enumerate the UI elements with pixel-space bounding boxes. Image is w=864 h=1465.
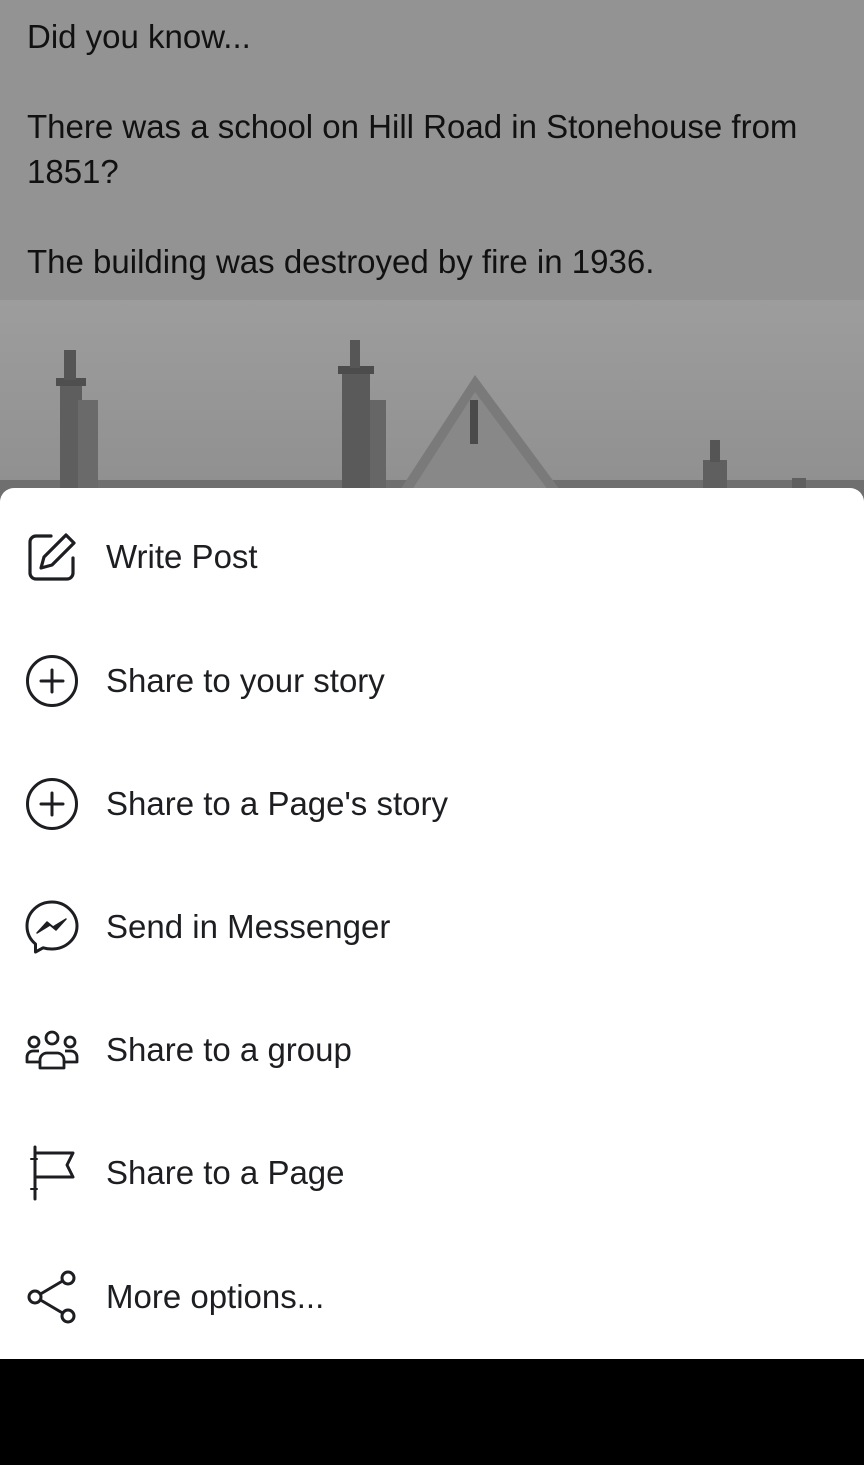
post-photo[interactable]: [0, 300, 864, 500]
option-label: Share to a group: [106, 1031, 352, 1068]
plus-circle-icon: [24, 776, 80, 832]
share-sheet: Write Post Share to your story Share to …: [0, 488, 864, 1359]
share-icon: [24, 1269, 80, 1325]
option-label: Share to your story: [106, 662, 385, 699]
messenger-icon: [24, 899, 80, 955]
option-label: Send in Messenger: [106, 908, 391, 945]
option-label: Write Post: [106, 538, 258, 575]
post-line: Did you know...: [27, 18, 251, 55]
more-options-option[interactable]: More options...: [0, 1242, 864, 1352]
share-to-page-story-option[interactable]: Share to a Page's story: [0, 749, 864, 859]
option-label: More options...: [106, 1278, 325, 1315]
share-to-group-option[interactable]: Share to a group: [0, 995, 864, 1105]
post-line: The building was destroyed by fire in 19…: [27, 243, 655, 280]
system-navigation-bar: [0, 1359, 864, 1465]
share-to-story-option[interactable]: Share to your story: [0, 626, 864, 736]
edit-icon: [24, 529, 80, 585]
write-post-option[interactable]: Write Post: [0, 502, 864, 612]
plus-circle-icon: [24, 653, 80, 709]
post-text: Did you know... There was a school on Hi…: [27, 14, 827, 284]
flag-icon: [24, 1145, 80, 1201]
group-icon: [24, 1022, 80, 1078]
school-building-photo: [0, 340, 864, 500]
share-to-page-option[interactable]: Share to a Page: [0, 1118, 864, 1228]
option-label: Share to a Page: [106, 1154, 345, 1191]
option-label: Share to a Page's story: [106, 785, 448, 822]
send-in-messenger-option[interactable]: Send in Messenger: [0, 872, 864, 982]
post-line: There was a school on Hill Road in Stone…: [27, 108, 798, 190]
